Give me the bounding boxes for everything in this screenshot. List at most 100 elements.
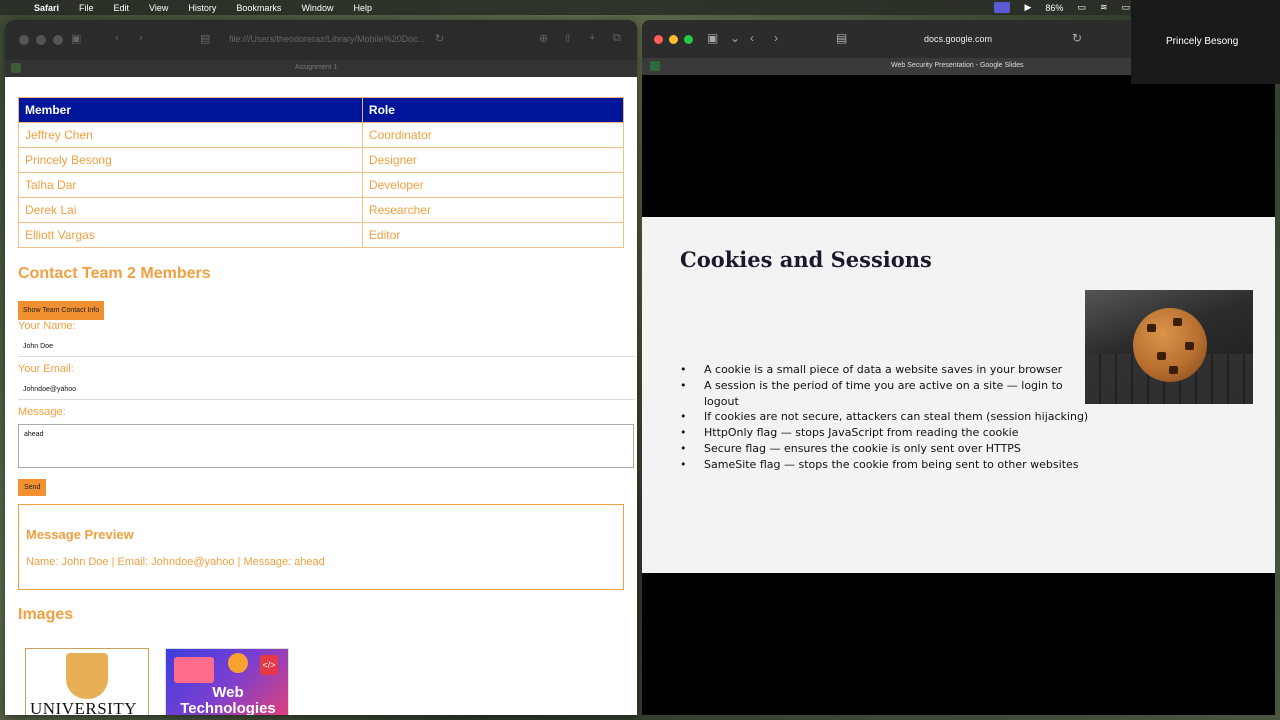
preview-text: Name: John Doe | Email: Johndoe@yahoo | … (26, 556, 325, 568)
member-cell: Talha Dar (18, 172, 363, 198)
message-label: Message: (18, 406, 66, 418)
tab-overview-icon[interactable]: ⧉ (613, 32, 621, 45)
web-technologies-text: Web Technologies (166, 684, 288, 716)
member-cell: Jeffrey Chen (18, 122, 363, 148)
slide-bullet: Secure flag — ensures the cookie is only… (680, 441, 1090, 457)
forward-icon[interactable]: › (774, 31, 778, 45)
slide-bullet: If cookies are not secure, attackers can… (680, 409, 1090, 425)
participant-name-tile: Princely Besong (1131, 0, 1280, 84)
tab-favicon (650, 61, 660, 71)
web-text-line-2: Technologies (180, 700, 276, 716)
member-cell: Elliott Vargas (18, 222, 363, 248)
sidebar-icon[interactable]: ▣ (71, 32, 81, 45)
role-cell: Designer (361, 147, 625, 173)
menu-bookmarks[interactable]: Bookmarks (236, 3, 281, 13)
address-bar[interactable]: docs.google.com (924, 34, 992, 44)
table-row: Talha Dar Developer (18, 172, 625, 198)
left-page-content: Member Role Jeffrey Chen Coordinator Pri… (5, 77, 637, 715)
presentation-slide: Cookies and Sessions A cookie is a small… (642, 217, 1275, 573)
menu-history[interactable]: History (188, 3, 216, 13)
role-cell: Coordinator (361, 122, 625, 148)
battery-icon[interactable]: ▭ (1077, 2, 1086, 13)
message-textarea[interactable]: ahead (18, 424, 634, 468)
university-logo-image: UNIVERSITY (25, 648, 149, 715)
university-logo-text: UNIVERSITY (30, 699, 137, 715)
email-input[interactable]: Johndoe@yahoo (18, 380, 635, 400)
tab-favicon (11, 63, 21, 73)
back-icon[interactable]: ‹ (750, 31, 754, 45)
reload-icon[interactable]: ↻ (435, 32, 444, 45)
team-roles-table: Member Role Jeffrey Chen Coordinator Pri… (18, 97, 625, 248)
name-label: Your Name: (18, 320, 76, 332)
minimize-window-button[interactable] (669, 35, 678, 44)
menu-safari[interactable]: Safari (34, 3, 59, 13)
play-icon[interactable]: ▶ (1024, 2, 1031, 13)
window-controls (19, 35, 63, 45)
menu-file[interactable]: File (79, 3, 94, 13)
knight-shield-icon (66, 653, 108, 699)
menu-help[interactable]: Help (353, 3, 372, 13)
role-cell: Editor (361, 222, 625, 248)
slide-bullet: A session is the period of time you are … (680, 378, 1090, 410)
browser-window-icon (174, 657, 214, 683)
table-row: Elliott Vargas Editor (18, 222, 625, 248)
close-window-button[interactable] (19, 35, 29, 45)
address-bar[interactable]: file:///Users/theodoreraz/Library/Mobile… (229, 34, 425, 44)
message-preview-box: Message Preview Name: John Doe | Email: … (18, 504, 624, 590)
table-header-role: Role (361, 97, 625, 123)
preview-title: Message Preview (26, 527, 134, 542)
minimize-window-button[interactable] (36, 35, 46, 45)
slide-bullet: SameSite flag — stops the cookie from be… (680, 457, 1090, 473)
menu-edit[interactable]: Edit (114, 3, 130, 13)
slide-bullet-list: A cookie is a small piece of data a webs… (680, 362, 1090, 473)
code-icon: </> (260, 655, 278, 675)
table-header-member: Member (18, 97, 363, 123)
slide-bullet: A cookie is a small piece of data a webs… (680, 362, 1090, 378)
table-row: Jeffrey Chen Coordinator (18, 122, 625, 148)
download-icon[interactable]: ⊕ (539, 32, 548, 45)
close-window-button[interactable] (654, 35, 663, 44)
zoom-window-button[interactable] (53, 35, 63, 45)
reload-icon[interactable]: ↻ (1072, 31, 1082, 45)
left-browser-window: ▣ ‹ › ▤ file:///Users/theodoreraz/Librar… (5, 20, 637, 715)
page-icon: ▤ (836, 31, 848, 45)
images-heading: Images (18, 606, 74, 623)
menu-view[interactable]: View (149, 3, 168, 13)
show-contact-info-button[interactable]: Show Team Contact Info (18, 301, 105, 320)
new-tab-icon[interactable]: + (589, 32, 595, 44)
page-icon: ▤ (200, 33, 211, 45)
macos-menu-bar: Safari File Edit View History Bookmarks … (0, 0, 1280, 15)
participant-name: Princely Besong (1166, 36, 1239, 47)
display-icon[interactable]: ▭ (1121, 2, 1130, 13)
chevron-down-icon[interactable]: ⌄ (730, 31, 740, 45)
left-tab-bar: Assignment 1 (5, 60, 637, 77)
left-toolbar: ▣ ‹ › ▤ file:///Users/theodoreraz/Librar… (5, 20, 637, 60)
member-cell: Princely Besong (18, 147, 363, 173)
wifi-icon[interactable]: ≋ (1100, 2, 1108, 13)
screen-share-icon[interactable] (994, 2, 1011, 13)
right-browser-window: ▣ ⌄ ‹ › ▤ docs.google.com ↻ Web Security… (642, 20, 1275, 715)
gear-icon (228, 653, 248, 673)
tab-google-slides[interactable]: Web Security Presentation - Google Slide… (891, 62, 1024, 69)
tab-assignment[interactable]: Assignment 1 (295, 64, 337, 71)
web-technologies-image: </> Web Technologies (165, 648, 289, 715)
battery-percent[interactable]: 86% (1045, 3, 1063, 13)
menu-extras: ▶ 86% ▭ ≋ ▭ (994, 0, 1130, 15)
role-cell: Developer (361, 172, 625, 198)
name-input[interactable]: John Doe (18, 337, 635, 357)
email-label: Your Email: (18, 363, 74, 375)
send-button[interactable]: Send (18, 479, 47, 496)
zoom-window-button[interactable] (684, 35, 693, 44)
window-controls (654, 35, 693, 44)
sidebar-icon[interactable]: ▣ (707, 31, 718, 45)
cookie-on-laptop-image (1085, 290, 1253, 404)
role-cell: Researcher (361, 197, 625, 223)
cookie-graphic (1133, 308, 1207, 382)
forward-icon[interactable]: › (139, 32, 143, 44)
contact-heading: Contact Team 2 Members (18, 265, 211, 282)
share-icon[interactable]: ⇧ (563, 32, 572, 45)
menu-window[interactable]: Window (301, 3, 333, 13)
member-cell: Derek Lai (18, 197, 363, 223)
web-text-line-1: Web (212, 684, 244, 701)
back-icon[interactable]: ‹ (115, 32, 119, 44)
